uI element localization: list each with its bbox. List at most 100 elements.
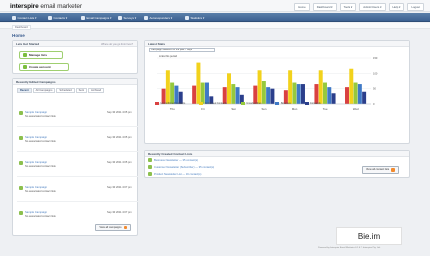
getting-started-panel: Lets Get Started Where do you go from he… — [12, 40, 138, 74]
tab-recent[interactable]: Recent — [17, 88, 32, 93]
x-tick-label: Thu — [170, 107, 175, 111]
x-tick-label: Mon — [292, 107, 298, 111]
create-account-button[interactable]: Create account — [19, 63, 69, 71]
chart-icon — [185, 15, 189, 20]
campaign-name[interactable]: Sample Campaign — [25, 161, 47, 164]
logo-brand: interspire — [10, 3, 39, 10]
bar — [300, 84, 305, 104]
top-link-dashboard[interactable]: Dashboard ▾ — [312, 3, 337, 11]
nav-surveys[interactable]: Surveys ▾ — [116, 15, 138, 21]
x-tick-label: Sat — [231, 107, 235, 111]
top-link-home[interactable]: Home — [294, 3, 310, 11]
bar — [170, 82, 175, 104]
main-nav: Contact Lists ▾ Contacts ▾ Email Campaig… — [0, 13, 430, 22]
logo[interactable]: interspire email marketer — [10, 3, 82, 10]
top-links: Home Dashboard ▾ Tools ▾ Admin/Users ▾ H… — [294, 3, 424, 11]
bar — [296, 84, 301, 104]
campaign-name[interactable]: Sample Campaign — [25, 186, 47, 189]
campaign-icon — [19, 186, 23, 190]
bar — [292, 82, 297, 104]
tab-scheduled[interactable]: Scheduled — [56, 88, 75, 93]
recent-campaigns-title: Recently Edited Campaigns — [13, 79, 137, 85]
campaign-icon — [19, 161, 23, 165]
campaign-row[interactable]: Sample Campaign No associated contact li… — [17, 157, 141, 177]
legend-item: Forwards — [304, 102, 321, 105]
contact-list-link[interactable]: Customer Newsletter (Subscriber) — 35 co… — [148, 164, 398, 170]
arrow-icon — [123, 225, 127, 229]
campaign-name[interactable]: Sample Campaign — [25, 136, 47, 139]
top-bar: interspire email marketer Home Dashboard… — [0, 0, 430, 12]
x-tick-label: Fri — [201, 107, 205, 111]
campaign-list: No associated contact lists — [25, 215, 56, 218]
campaign-list: No associated contact lists — [25, 190, 56, 193]
nav-email-campaigns[interactable]: Email Campaigns ▾ — [79, 15, 113, 21]
legend-swatch — [240, 102, 245, 105]
campaign-row[interactable]: Sample Campaign No associated contact li… — [17, 107, 141, 127]
campaign-date: Sep 30 2011 4:07 pm — [107, 211, 132, 214]
campaign-row[interactable]: Sample Campaign No associated contact li… — [17, 132, 141, 152]
campaign-list: No associated contact lists — [25, 165, 56, 168]
campaign-list: No associated contact lists — [25, 140, 56, 143]
tab-archived[interactable]: Archived — [88, 88, 105, 93]
campaign-name[interactable]: Sample Campaign — [25, 111, 47, 114]
sub-nav: Dashboard — [0, 23, 430, 30]
campaign-list: No associated contact lists — [25, 115, 56, 118]
clock-icon — [144, 15, 148, 20]
envelope-icon — [81, 15, 85, 20]
bar — [349, 68, 354, 104]
nav-autoresponders[interactable]: Autoresponders ▾ — [142, 15, 174, 21]
bar — [288, 70, 293, 104]
top-link-tools[interactable]: Tools ▾ — [339, 3, 357, 11]
campaign-row[interactable]: Sample Campaign No associated contact li… — [17, 182, 141, 202]
list-icon — [148, 158, 152, 162]
contact-list-link[interactable]: Product Newsletter List — 16 contact(s) — [148, 171, 398, 177]
bar — [257, 70, 262, 104]
contact-list-link[interactable]: Business Newsletter — 35 contact(s) — [148, 157, 398, 163]
nav-contact-lists[interactable]: Contact Lists ▾ — [10, 15, 38, 21]
bar — [261, 81, 266, 104]
legend-swatch — [155, 102, 159, 105]
nav-contacts[interactable]: Contacts ▾ — [46, 15, 69, 21]
top-link-help[interactable]: Help ▾ — [388, 3, 405, 11]
tab-all-campaigns[interactable]: All Campaigns — [32, 88, 56, 93]
y-tick-label: 100 — [373, 71, 378, 75]
y-tick-label: 150 — [373, 56, 378, 60]
top-link-admin[interactable]: Admin/Users ▾ — [359, 3, 386, 11]
legend-item: Confirmed Contacts — [199, 102, 227, 105]
campaign-icon — [19, 136, 23, 140]
latest-stats-title: Latest Stats — [145, 41, 409, 47]
stats-period-select[interactable]: Campaign statistics for the past 7 days — [149, 48, 215, 52]
top-link-logout[interactable]: Logout — [407, 3, 424, 11]
campaign-tabs: Recent All Campaigns Scheduled Sent Arch… — [17, 88, 105, 93]
recent-campaigns-panel: Recently Edited Campaigns Recent All Cam… — [12, 78, 141, 236]
bar — [200, 82, 205, 104]
bar — [353, 82, 358, 104]
legend-swatch — [275, 102, 280, 105]
arrow-icon — [391, 168, 395, 172]
campaign-date: Sep 30 2011 4:05 pm — [107, 111, 132, 114]
tab-sent[interactable]: Sent — [75, 88, 87, 93]
bar — [227, 73, 231, 104]
campaign-name[interactable]: Sample Campaign — [25, 211, 47, 214]
view-all-lists-button[interactable]: View all contact lists — [362, 166, 399, 174]
legend-item: Bounces — [275, 102, 291, 105]
manage-lists-button[interactable]: Manage lists — [19, 51, 63, 59]
user-icon — [48, 15, 52, 20]
breadcrumb[interactable]: Dashboard — [12, 24, 31, 30]
checkmark-icon — [23, 65, 27, 69]
legend-item: Unsubscribes — [240, 102, 261, 105]
clipboard-icon — [118, 15, 122, 20]
x-tick-label: Sun — [262, 107, 267, 111]
list-icon — [148, 172, 152, 176]
bar — [314, 84, 319, 104]
nav-statistics[interactable]: Statistics ▾ — [183, 15, 206, 21]
bar — [357, 84, 362, 104]
y-tick-label: 50 — [373, 87, 376, 91]
campaign-icon — [19, 111, 23, 115]
campaign-date: Sep 30 2011 4:07 pm — [107, 186, 132, 189]
bar — [196, 62, 201, 104]
view-all-campaigns-button[interactable]: View all campaigns — [95, 223, 131, 231]
chart-legend: Unconfirmed Contacts Confirmed Contacts … — [155, 102, 395, 105]
x-tick-label: Tue — [323, 107, 328, 111]
list-icon — [148, 165, 152, 169]
